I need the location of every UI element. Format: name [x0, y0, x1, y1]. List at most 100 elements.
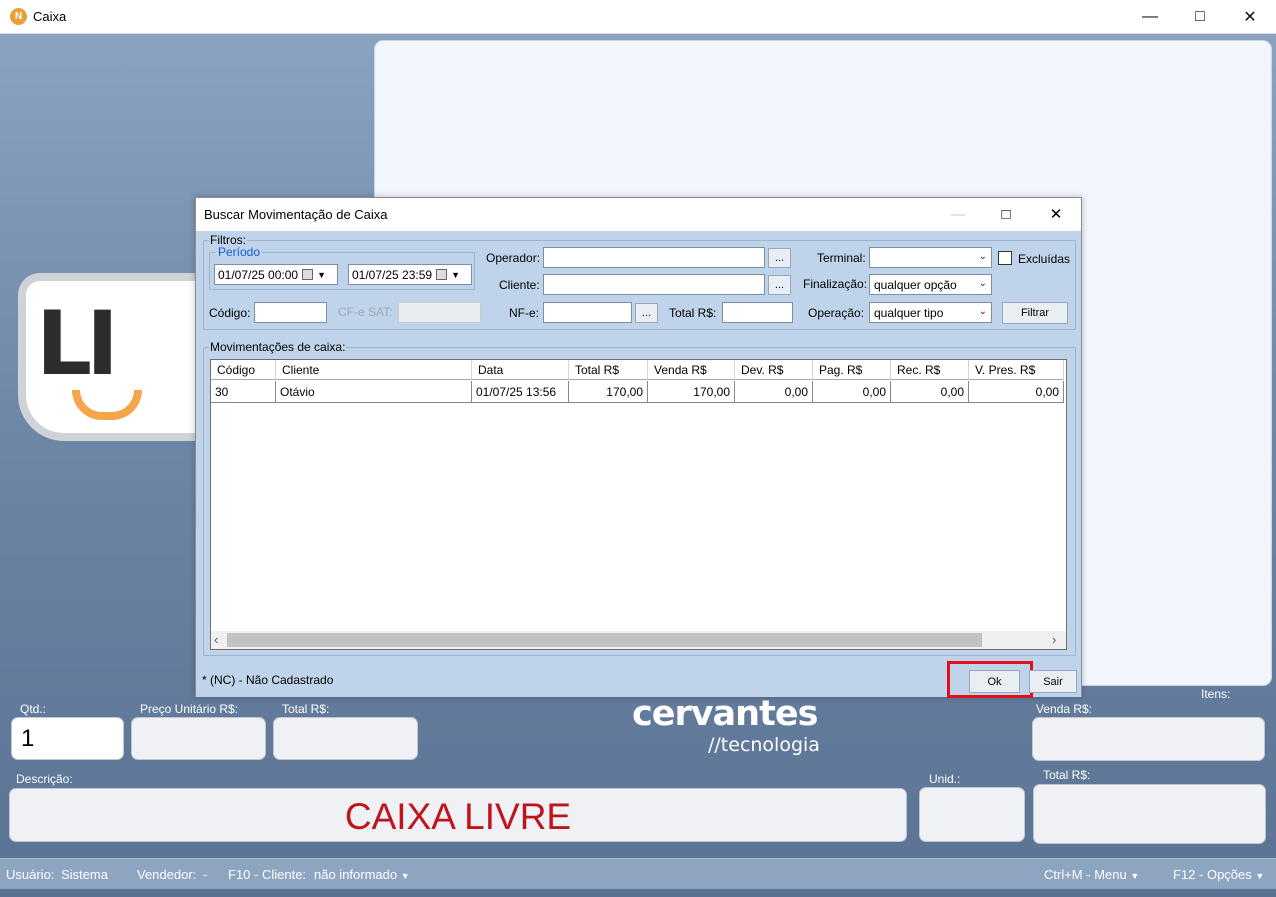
dialog-close-icon[interactable]: ✕ — [1032, 198, 1080, 230]
dialog-title: Buscar Movimentação de Caixa — [204, 207, 388, 222]
total-filter-label: Total R$: — [669, 306, 717, 320]
movimentacoes-label: Movimentações de caixa: — [209, 340, 347, 354]
descricao-label: Descrição: — [16, 772, 73, 786]
cliente-label: Cliente: — [499, 278, 540, 292]
dropdown-arrow-icon: ▼ — [451, 269, 460, 280]
caret-down-icon: ▼ — [1255, 871, 1265, 881]
date-from-picker[interactable]: 01/07/25 00:00 ▼ — [214, 264, 338, 285]
footnote: * (NC) - Não Cadastrado — [202, 673, 334, 687]
opcoes-label: F12 - Opções — [1173, 867, 1252, 882]
nfe-input[interactable] — [543, 302, 632, 323]
chevron-down-icon: ⌄ — [978, 278, 987, 289]
cell-rec: 0,00 — [891, 381, 969, 403]
venda-field — [1032, 717, 1265, 761]
cell-pag: 0,00 — [813, 381, 891, 403]
total-filter-input[interactable] — [722, 302, 793, 323]
column-header-rec[interactable]: Rec. R$ — [891, 360, 969, 380]
operador-input[interactable] — [543, 247, 765, 268]
column-header-data[interactable]: Data — [472, 360, 569, 380]
menu-label: Ctrl+M - Menu — [1044, 867, 1127, 882]
cliente-input[interactable] — [543, 274, 765, 295]
codigo-input[interactable] — [254, 302, 327, 323]
column-header-pag[interactable]: Pag. R$ — [813, 360, 891, 380]
dialog-body: Filtros: Período 01/07/25 00:00 ▼ 01/07/2… — [196, 231, 1081, 698]
ok-button[interactable]: Ok — [969, 670, 1020, 693]
unid-label: Unid.: — [929, 772, 961, 786]
filtrar-button[interactable]: Filtrar — [1002, 302, 1068, 324]
operacao-value: qualquer tipo — [874, 306, 944, 320]
cfe-sat-label: CF-e SAT: — [338, 305, 393, 319]
period-label: Período — [216, 245, 263, 259]
dialog-minimize-icon: — — [950, 205, 966, 223]
horizontal-scrollbar[interactable]: ‹ › — [211, 631, 1066, 649]
cliente-status-dropdown[interactable]: não informado ▼ — [314, 867, 410, 882]
excluidas-label: Excluídas — [1018, 252, 1071, 266]
status-bar: Usuário: Sistema Vendedor: - F10 - Clien… — [0, 858, 1276, 889]
cliente-browse-button[interactable]: ... — [768, 275, 791, 295]
movimentacoes-table[interactable]: Código Cliente Data Total R$ Venda R$ De… — [210, 359, 1067, 650]
cfe-sat-input — [398, 302, 481, 323]
date-from-value: 01/07/25 00:00 — [218, 267, 299, 282]
column-header-total[interactable]: Total R$ — [569, 360, 648, 380]
window-titlebar: N Caixa — □ ✕ — [0, 0, 1276, 34]
total2-field — [1033, 784, 1266, 844]
maximize-icon[interactable]: □ — [1175, 0, 1225, 33]
scroll-right-icon[interactable]: › — [1052, 632, 1056, 647]
cell-total: 170,00 — [569, 381, 648, 403]
preco-label: Preço Unitário R$: — [140, 702, 239, 716]
cell-data: 01/07/25 13:56 — [472, 381, 569, 403]
close-icon[interactable]: ✕ — [1225, 0, 1275, 33]
vendedor-label: Vendedor: — [137, 867, 197, 882]
finalizacao-select[interactable]: qualquer opção ⌄ — [869, 274, 992, 295]
calendar-icon — [436, 269, 448, 280]
calendar-icon — [302, 269, 314, 280]
menu-dropdown[interactable]: Ctrl+M - Menu ▼ — [1044, 867, 1139, 882]
column-header-vpres[interactable]: V. Pres. R$ — [969, 360, 1064, 380]
brand-tagline: //tecnologia — [708, 734, 820, 756]
date-to-picker[interactable]: 01/07/25 23:59 ▼ — [348, 264, 472, 285]
operador-label: Operador: — [486, 251, 541, 265]
column-header-venda[interactable]: Venda R$ — [648, 360, 735, 380]
chevron-down-icon: ⌄ — [978, 306, 987, 317]
finalizacao-value: qualquer opção — [874, 278, 957, 292]
date-to-value: 01/07/25 23:59 — [352, 267, 433, 282]
operacao-label: Operação: — [808, 306, 865, 320]
venda-label: Venda R$: — [1036, 702, 1093, 716]
vendedor-value: - — [203, 867, 208, 882]
excluidas-checkbox[interactable] — [998, 251, 1012, 265]
preco-field — [131, 717, 266, 760]
cell-dev: 0,00 — [735, 381, 813, 403]
descricao-field: CAIXA LIVRE — [9, 788, 907, 842]
column-header-dev[interactable]: Dev. R$ — [735, 360, 813, 380]
scroll-left-icon[interactable]: ‹ — [214, 632, 218, 647]
operacao-select[interactable]: qualquer tipo ⌄ — [869, 302, 992, 323]
unid-field — [919, 787, 1025, 842]
dialog-maximize-icon[interactable]: □ — [982, 198, 1030, 230]
terminal-select[interactable]: ⌄ — [869, 247, 992, 268]
column-header-cliente[interactable]: Cliente — [276, 360, 472, 380]
finalizacao-label: Finalização: — [803, 277, 868, 291]
chevron-down-icon: ⌄ — [978, 251, 987, 262]
qtd-field[interactable]: 1 — [11, 717, 124, 760]
app-icon: N — [10, 8, 27, 25]
scrollbar-thumb[interactable] — [227, 633, 982, 647]
opcoes-dropdown[interactable]: F12 - Opções ▼ — [1173, 867, 1264, 882]
window-title: Caixa — [33, 9, 67, 24]
nfe-browse-button[interactable]: ... — [635, 303, 658, 323]
total-label: Total R$: — [282, 702, 330, 716]
cell-cliente: Otávio — [276, 381, 472, 403]
cell-codigo: 30 — [211, 381, 276, 403]
operador-browse-button[interactable]: ... — [768, 248, 791, 268]
brand-logo: cervantes — [632, 694, 818, 734]
total-field — [273, 717, 418, 760]
usuario-label: Usuário: — [6, 867, 55, 882]
codigo-label: Código: — [209, 306, 251, 320]
column-header-codigo[interactable]: Código — [211, 360, 276, 380]
cliente-status-value: não informado — [314, 867, 398, 882]
dropdown-arrow-icon: ▼ — [317, 269, 326, 280]
sair-button[interactable]: Sair — [1029, 670, 1077, 693]
logo-text: LI — [36, 292, 119, 395]
usuario-value: Sistema — [61, 867, 108, 882]
minimize-icon[interactable]: — — [1125, 0, 1175, 33]
caret-down-icon: ▼ — [1130, 871, 1140, 881]
